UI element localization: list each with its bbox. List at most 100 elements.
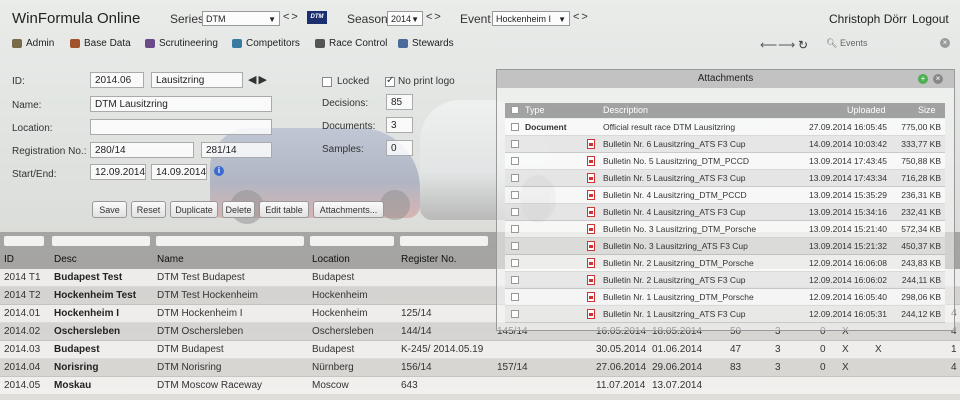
attachment-row[interactable]: Bulletin No. 3 Lausitzring_ATS F3 Cup 13.…: [505, 238, 945, 255]
column-header-id[interactable]: ID: [4, 254, 14, 265]
clear-search-icon[interactable]: ×: [940, 38, 950, 48]
row-checkbox[interactable]: [511, 174, 519, 182]
attachment-description[interactable]: Bulletin Nr. 4 Lausitzring_DTM_PCCD: [603, 190, 747, 200]
series-nav-arrows[interactable]: <>: [283, 11, 300, 23]
event-select[interactable]: Hockenheim I ▼: [492, 11, 570, 26]
attachment-row[interactable]: Bulletin Nr. 1 Lausitzring_DTM_Porsche 12…: [505, 289, 945, 306]
edit-table-button[interactable]: Edit table: [259, 201, 309, 218]
attachment-description[interactable]: Bulletin Nr. 6 Lausitzring_ATS F3 Cup: [603, 139, 746, 149]
attachment-row[interactable]: Bulletin Nr. 1 Lausitzring_ATS F3 Cup 12.…: [505, 306, 945, 323]
attachment-row[interactable]: Bulletin Nr. 2 Lausitzring_ATS F3 Cup 12.…: [505, 272, 945, 289]
user-name[interactable]: Christoph Dörr: [829, 12, 907, 26]
decisions-field[interactable]: 85: [386, 94, 413, 110]
locked-checkbox[interactable]: [322, 77, 332, 87]
name-field[interactable]: DTM Lausitzring: [90, 96, 272, 112]
attachment-description[interactable]: Bulletin Nr. 2 Lausitzring_DTM_Porsche: [603, 258, 754, 268]
menu-item-stewards[interactable]: Stewards: [398, 38, 454, 49]
select-all-checkbox[interactable]: [511, 106, 519, 114]
season-nav-arrows[interactable]: <>: [426, 11, 443, 23]
attachment-description[interactable]: Official result race DTM Lausitzring: [603, 122, 735, 132]
save-button[interactable]: Save: [92, 201, 127, 218]
attachment-description[interactable]: Bulletin No. 3 Lausitzring_DTM_Porsche: [603, 224, 756, 234]
end-date-field[interactable]: 14.09.2014: [151, 164, 207, 180]
forward-arrow-icon[interactable]: ⟶: [778, 38, 795, 52]
column-header-register[interactable]: Register No.: [401, 254, 457, 265]
row-checkbox[interactable]: [511, 140, 519, 148]
menu-item-admin[interactable]: Admin: [12, 38, 54, 49]
attachment-row[interactable]: Bulletin Nr. 5 Lausitzring_ATS F3 Cup 13.…: [505, 170, 945, 187]
attachments-dialog: Attachments + × Type Description Uploade…: [496, 69, 955, 331]
table-cell-name: DTM Test Budapest: [157, 272, 245, 283]
event-nav-arrows[interactable]: <>: [573, 11, 590, 23]
info-icon[interactable]: i: [214, 166, 224, 176]
attachment-row[interactable]: Bulletin No. 3 Lausitzring_DTM_Porsche 13…: [505, 221, 945, 238]
add-icon[interactable]: +: [918, 74, 928, 84]
back-arrow-icon[interactable]: ⟵: [760, 38, 777, 52]
row-checkbox[interactable]: [511, 242, 519, 250]
column-header-location[interactable]: Location: [312, 254, 350, 265]
filter-input-desc[interactable]: [52, 236, 150, 246]
column-header-name[interactable]: Name: [157, 254, 184, 265]
season-select[interactable]: 2014 ▼: [387, 11, 423, 26]
search-input[interactable]: Events: [840, 38, 868, 48]
location-field[interactable]: [90, 119, 272, 135]
no-print-logo-checkbox[interactable]: [385, 75, 395, 87]
attachments-button[interactable]: Attachments...: [313, 201, 384, 218]
row-checkbox[interactable]: [511, 276, 519, 284]
attachment-row[interactable]: Bulletin No. 5 Lausitzring_DTM_PCCD 13.09…: [505, 153, 945, 170]
filter-input-register[interactable]: [400, 236, 488, 246]
attachment-description[interactable]: Bulletin Nr. 1 Lausitzring_DTM_Porsche: [603, 292, 754, 302]
filter-input-id[interactable]: [4, 236, 44, 246]
search-box[interactable]: 🔍︎ Events ×: [826, 38, 956, 52]
row-checkbox[interactable]: [511, 191, 519, 199]
column-header-type[interactable]: Type: [525, 105, 545, 115]
attachment-description[interactable]: Bulletin No. 5 Lausitzring_DTM_PCCD: [603, 156, 749, 166]
menu-item-race-control[interactable]: Race Control: [315, 38, 387, 49]
row-checkbox[interactable]: [511, 157, 519, 165]
duplicate-button[interactable]: Duplicate: [170, 201, 218, 218]
column-header-description[interactable]: Description: [603, 105, 648, 115]
filter-input-name[interactable]: [156, 236, 304, 246]
id-field[interactable]: 2014.06: [90, 72, 144, 88]
regno-field-2[interactable]: 281/14: [201, 142, 272, 158]
table-row[interactable]: 2014.05 Moskau DTM Moscow Raceway Moscow 643…: [0, 377, 960, 395]
row-checkbox[interactable]: [511, 208, 519, 216]
close-icon[interactable]: ×: [933, 74, 943, 84]
attachment-row[interactable]: Bulletin Nr. 6 Lausitzring_ATS F3 Cup 14.…: [505, 136, 945, 153]
menu-item-base-data[interactable]: Base Data: [70, 38, 131, 49]
logout-link[interactable]: Logout: [912, 12, 949, 26]
row-checkbox[interactable]: [511, 123, 519, 131]
row-checkbox[interactable]: [511, 259, 519, 267]
samples-field[interactable]: 0: [386, 140, 413, 156]
series-select[interactable]: DTM ▼: [202, 11, 280, 26]
record-nav-arrows[interactable]: ◀▶: [248, 73, 269, 86]
attachment-row[interactable]: Bulletin Nr. 4 Lausitzring_ATS F3 Cup 13.…: [505, 204, 945, 221]
filter-input-location[interactable]: [310, 236, 394, 246]
table-row[interactable]: 2014.04 Norisring DTM Norisring Nürnberg 156…: [0, 359, 960, 377]
attachment-row[interactable]: Bulletin Nr. 4 Lausitzring_DTM_PCCD 13.09…: [505, 187, 945, 204]
id-name-field[interactable]: Lausitzring: [151, 72, 243, 88]
delete-button[interactable]: Delete: [222, 201, 255, 218]
menu-item-scrutineering[interactable]: Scrutineering: [145, 38, 218, 49]
start-date-field[interactable]: 12.09.2014: [90, 164, 146, 180]
reset-button[interactable]: Reset: [131, 201, 166, 218]
attachment-description[interactable]: Bulletin No. 3 Lausitzring_ATS F3 Cup: [603, 241, 748, 251]
attachment-description[interactable]: Bulletin Nr. 1 Lausitzring_ATS F3 Cup: [603, 309, 746, 319]
column-header-uploaded[interactable]: Uploaded: [847, 105, 886, 115]
refresh-icon[interactable]: ↻: [798, 38, 808, 52]
attachment-description[interactable]: Bulletin Nr. 5 Lausitzring_ATS F3 Cup: [603, 173, 746, 183]
table-cell-end: 01.06.2014: [652, 344, 703, 355]
row-checkbox[interactable]: [511, 310, 519, 318]
row-checkbox[interactable]: [511, 225, 519, 233]
column-header-desc[interactable]: Desc: [54, 254, 77, 265]
table-row[interactable]: 2014.03 Budapest DTM Budapest Budapest K-245…: [0, 341, 960, 359]
attachment-row[interactable]: Bulletin Nr. 2 Lausitzring_DTM_Porsche 12…: [505, 255, 945, 272]
attachment-description[interactable]: Bulletin Nr. 4 Lausitzring_ATS F3 Cup: [603, 207, 746, 217]
attachment-row[interactable]: Document Official result race DTM Lausitz…: [505, 119, 945, 136]
regno-field[interactable]: 280/14: [90, 142, 194, 158]
documents-field[interactable]: 3: [386, 117, 413, 133]
menu-item-competitors[interactable]: Competitors: [232, 38, 300, 49]
column-header-size[interactable]: Size: [918, 105, 936, 115]
row-checkbox[interactable]: [511, 293, 519, 301]
attachment-description[interactable]: Bulletin Nr. 2 Lausitzring_ATS F3 Cup: [603, 275, 746, 285]
